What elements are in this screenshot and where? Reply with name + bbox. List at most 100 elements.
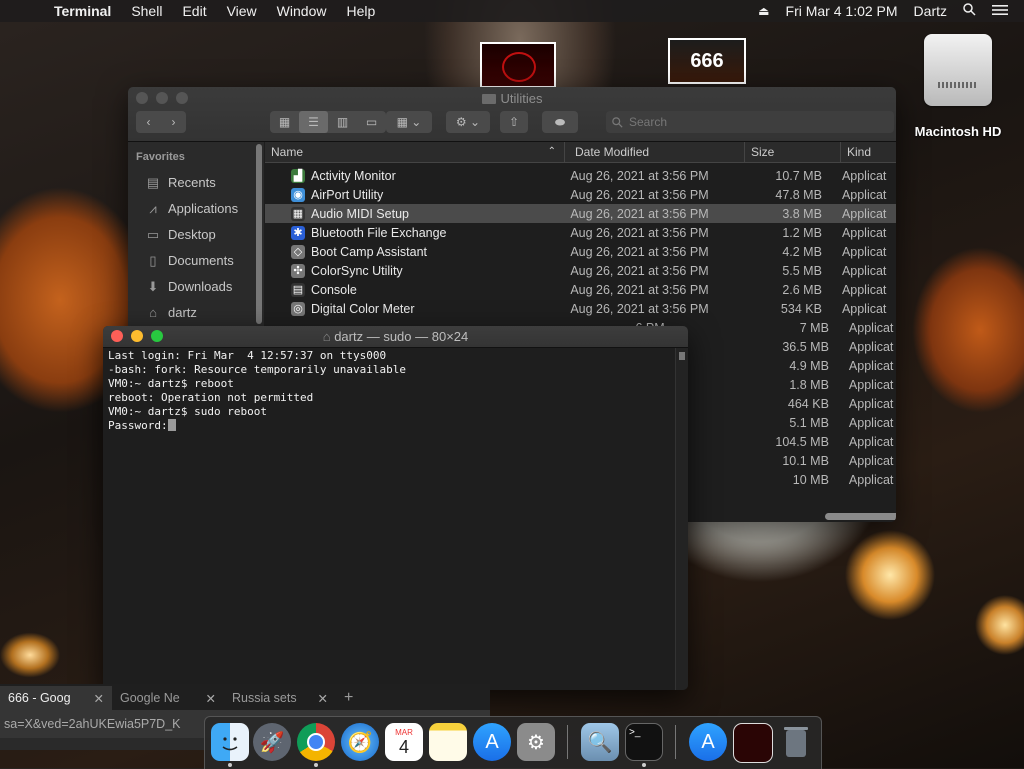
safari-dock-icon[interactable]: 🧭 bbox=[341, 723, 379, 761]
menu-clock[interactable]: Fri Mar 4 1:02 PM bbox=[786, 3, 898, 19]
terminal-line: VM0:~ dartz$ reboot bbox=[108, 377, 234, 390]
trash-dock-icon[interactable] bbox=[777, 723, 815, 761]
column-header-name[interactable]: Name ⌃ bbox=[265, 142, 565, 162]
running-indicator bbox=[314, 763, 318, 767]
app-store-dock-icon[interactable]: A bbox=[473, 723, 511, 761]
group-by-button[interactable]: ▦ ⌄ bbox=[386, 111, 432, 133]
terminal-scrollbar[interactable] bbox=[675, 348, 688, 690]
sidebar-item-documents[interactable]: ▯ Documents bbox=[128, 247, 254, 273]
share-icon: ⇧ bbox=[508, 115, 520, 129]
gallery-view-button[interactable]: ▭ bbox=[357, 115, 386, 129]
password-prompt: Password: bbox=[108, 419, 168, 432]
menu-edit[interactable]: Edit bbox=[182, 3, 206, 19]
sidebar-item-recents[interactable]: ▤ Recents bbox=[128, 169, 254, 195]
kind-cell: Applicat bbox=[848, 339, 894, 354]
date-modified-cell: Aug 26, 2021 at 3:56 PM bbox=[570, 187, 709, 202]
horizontal-scrollbar[interactable] bbox=[825, 513, 896, 520]
column-header-date[interactable]: Date Modified bbox=[565, 142, 745, 162]
calendar-dock-icon[interactable]: MAR 4 bbox=[385, 723, 423, 761]
app-icon: ◎ bbox=[291, 301, 305, 316]
macintosh-hd-icon[interactable] bbox=[922, 32, 994, 112]
column-header-size[interactable]: Size bbox=[745, 142, 841, 162]
size-cell: 4.9 MB bbox=[789, 358, 829, 373]
app-store-downloads-dock-icon[interactable]: A bbox=[689, 723, 727, 761]
tab-title: Google Ne bbox=[120, 691, 180, 705]
sidebar-item-downloads[interactable]: ⬇ Downloads bbox=[128, 273, 254, 299]
finder-dock-icon[interactable] bbox=[211, 723, 249, 761]
terminal-dock-icon[interactable]: >_ bbox=[625, 723, 663, 761]
share-button[interactable]: ⇧ bbox=[500, 111, 528, 133]
app-icon: ▦ bbox=[291, 206, 305, 221]
macintosh-hd-label[interactable]: Macintosh HD bbox=[906, 124, 1010, 139]
sidebar-heading-favorites: Favorites bbox=[136, 151, 185, 163]
sidebar-item-applications[interactable]: ⩘ Applications bbox=[128, 195, 254, 221]
kind-cell: Applicat bbox=[841, 187, 887, 202]
notes-dock-icon[interactable] bbox=[429, 723, 467, 761]
terminal-titlebar[interactable]: ⌂ dartz — sudo — 80×24 bbox=[103, 326, 688, 348]
file-name-cell: ◇ Boot Camp Assistant bbox=[265, 244, 560, 259]
kind-cell: Applicat bbox=[841, 225, 887, 240]
menu-window[interactable]: Window bbox=[277, 3, 327, 19]
column-header-kind[interactable]: Kind bbox=[841, 142, 896, 162]
scrollbar-thumb[interactable] bbox=[256, 144, 262, 324]
sidebar-item-label: dartz bbox=[168, 304, 197, 320]
column-header-label: Name bbox=[271, 145, 304, 159]
kind-cell: Applicat bbox=[848, 358, 894, 373]
desktop-image-thumbnail-666[interactable]: 666 bbox=[668, 38, 746, 84]
size-cell: 3.8 MB bbox=[782, 206, 822, 221]
tag-button[interactable]: ⬬ bbox=[542, 111, 578, 133]
menu-help[interactable]: Help bbox=[346, 3, 375, 19]
menu-view[interactable]: View bbox=[227, 3, 257, 19]
size-cell: 36.5 MB bbox=[782, 339, 829, 354]
terminal-line: VM0:~ dartz$ sudo reboot bbox=[108, 405, 267, 418]
file-row[interactable]: ✣ ColorSync Utility Aug 26, 2021 at 3:56 P… bbox=[265, 261, 896, 280]
column-header-label: Kind bbox=[847, 145, 872, 159]
file-name: AirPort Utility bbox=[311, 187, 384, 202]
menu-app-terminal[interactable]: Terminal bbox=[54, 3, 111, 19]
eject-icon[interactable]: ⏏ bbox=[758, 4, 769, 18]
file-row[interactable]: ✱ Bluetooth File Exchange Aug 26, 2021 at … bbox=[265, 223, 896, 242]
browser-tab[interactable]: 666 - Goog ✕ bbox=[0, 686, 112, 710]
forward-button[interactable]: › bbox=[161, 115, 186, 129]
chrome-dock-icon[interactable] bbox=[297, 723, 335, 761]
sidebar-item-desktop[interactable]: ▭ Desktop bbox=[128, 221, 254, 247]
kind-cell: Applicat bbox=[841, 282, 887, 297]
icon-view-button[interactable]: ▦ bbox=[270, 115, 299, 129]
size-cell: 534 KB bbox=[780, 301, 822, 316]
app-icon: ✱ bbox=[291, 225, 305, 240]
file-name: Audio MIDI Setup bbox=[311, 206, 409, 221]
close-tab-icon[interactable]: ✕ bbox=[94, 691, 104, 706]
action-menu-button[interactable]: ⚙ ⌄ bbox=[446, 111, 490, 133]
file-row[interactable]: ◉ AirPort Utility Aug 26, 2021 at 3:56 PM 4… bbox=[265, 185, 896, 204]
close-tab-icon[interactable]: ✕ bbox=[318, 691, 328, 706]
file-row[interactable]: ▟ Activity Monitor Aug 26, 2021 at 3:56 PM… bbox=[265, 166, 896, 185]
size-cell: 5.1 MB bbox=[789, 415, 829, 430]
column-view-button[interactable]: ▥ bbox=[328, 115, 357, 129]
browser-tab[interactable]: Google Ne ✕ bbox=[112, 686, 224, 710]
finder-title: Utilities bbox=[128, 91, 896, 106]
file-row[interactable]: ▦ Audio MIDI Setup Aug 26, 2021 at 3:56 PM… bbox=[265, 204, 896, 223]
terminal-output[interactable]: Last login: Fri Mar 4 12:57:37 on ttys00… bbox=[108, 349, 670, 690]
file-row[interactable]: ▤ Console Aug 26, 2021 at 3:56 PM 2.6 MB App… bbox=[265, 280, 896, 299]
launchpad-dock-icon[interactable]: 🚀 bbox=[253, 723, 291, 761]
new-tab-button[interactable]: + bbox=[336, 686, 376, 710]
image-stack-dock-icon[interactable] bbox=[733, 723, 773, 763]
list-view-button[interactable]: ☰ bbox=[299, 111, 328, 133]
menu-shell[interactable]: Shell bbox=[131, 3, 162, 19]
finder-search-input[interactable]: Search bbox=[606, 111, 894, 133]
menu-user[interactable]: Dartz bbox=[914, 3, 947, 19]
file-name-cell: ▦ Audio MIDI Setup bbox=[265, 206, 560, 221]
file-row[interactable]: ◎ Digital Color Meter Aug 26, 2021 at 3:56… bbox=[265, 299, 896, 318]
browser-tab[interactable]: Russia sets ✕ bbox=[224, 686, 336, 710]
desktop-image-thumbnail[interactable] bbox=[480, 42, 556, 88]
file-row[interactable]: ◇ Boot Camp Assistant Aug 26, 2021 at 3:56… bbox=[265, 242, 896, 261]
dock-separator bbox=[567, 725, 568, 759]
sidebar-item-home[interactable]: ⌂ dartz bbox=[128, 299, 254, 325]
system-preferences-dock-icon[interactable]: ⚙ bbox=[517, 723, 555, 761]
close-tab-icon[interactable]: ✕ bbox=[206, 691, 216, 706]
notification-center-icon[interactable] bbox=[992, 3, 1008, 19]
finder-titlebar[interactable]: Utilities ‹ › ▦ ☰ ▥ ▭ ▦ ⌄ ⚙ ⌄ ⇧ ⬬ Search bbox=[128, 87, 896, 142]
preview-dock-icon[interactable]: 🔍 bbox=[581, 723, 619, 761]
back-button[interactable]: ‹ bbox=[136, 115, 161, 129]
spotlight-search-icon[interactable] bbox=[963, 3, 976, 19]
